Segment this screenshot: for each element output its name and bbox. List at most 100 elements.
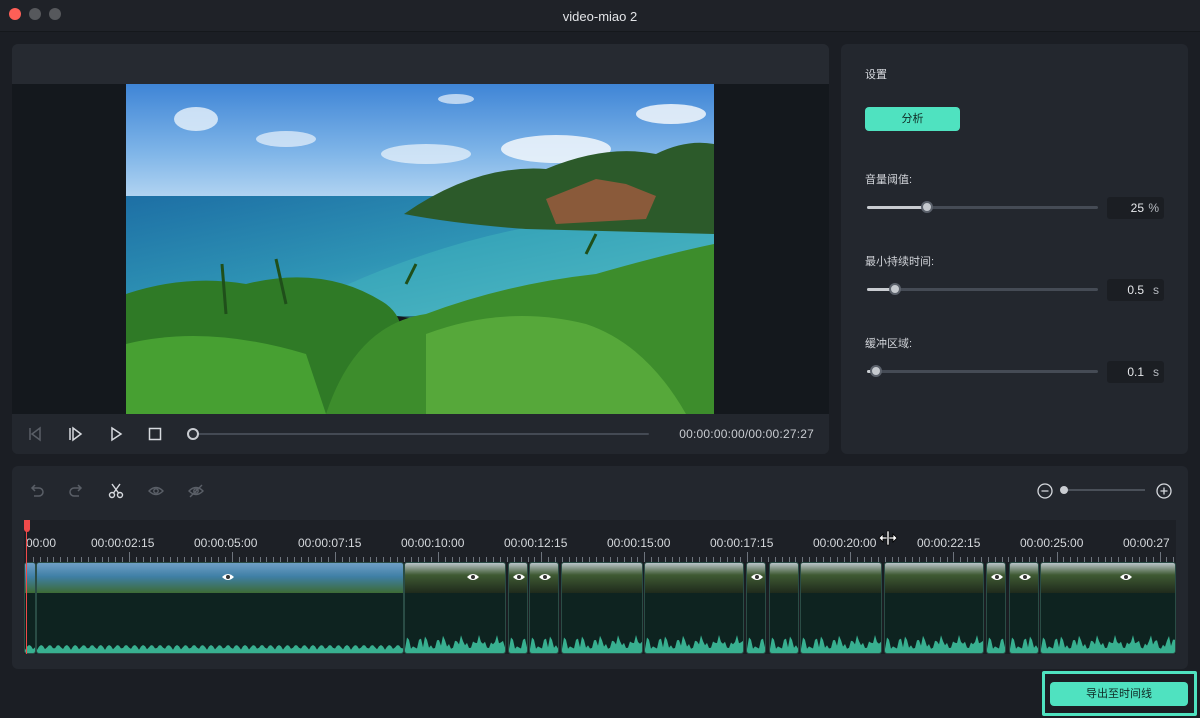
volume-threshold-input[interactable]: 25 % bbox=[1107, 197, 1164, 219]
video-frame[interactable] bbox=[126, 84, 714, 414]
timeline-panel: 00:00 00:00:02:15 00:00:05:00 00:00:07:1… bbox=[12, 466, 1188, 669]
audio-waveform bbox=[987, 637, 1005, 653]
min-duration-slider[interactable] bbox=[867, 283, 1098, 295]
clip-visibility-eye-icon[interactable] bbox=[466, 570, 480, 584]
timeline-clip[interactable] bbox=[769, 562, 799, 654]
audio-waveform bbox=[405, 635, 505, 653]
clip-thumbnail bbox=[770, 563, 798, 593]
timeline-clip[interactable] bbox=[644, 562, 744, 654]
undo-icon[interactable] bbox=[28, 482, 46, 500]
audio-waveform bbox=[1041, 635, 1175, 653]
timeline-clip[interactable] bbox=[800, 562, 882, 654]
ruler-tick bbox=[232, 552, 234, 562]
playback-progress-bar[interactable] bbox=[187, 428, 649, 440]
audio-waveform bbox=[801, 635, 881, 653]
timeline-clip[interactable] bbox=[986, 562, 1006, 654]
ruler-label: 00:00:27 bbox=[1123, 536, 1170, 550]
clip-thumbnail bbox=[885, 563, 983, 593]
eye-icon[interactable] bbox=[147, 482, 165, 500]
volume-threshold-slider[interactable] bbox=[867, 201, 1098, 213]
audio-waveform bbox=[885, 635, 983, 653]
audio-waveform bbox=[770, 636, 798, 653]
ruler-tick bbox=[644, 552, 646, 562]
progress-knob[interactable] bbox=[187, 428, 199, 440]
clip-thumbnail bbox=[1041, 563, 1175, 593]
prev-frame-icon[interactable] bbox=[26, 425, 44, 443]
clip-visibility-eye-icon[interactable] bbox=[538, 570, 552, 584]
ruler-label: 00:00:20:00 bbox=[813, 536, 877, 550]
audio-waveform bbox=[1010, 636, 1038, 653]
zoom-out-icon[interactable] bbox=[1036, 482, 1054, 500]
timeline-clip[interactable] bbox=[1040, 562, 1176, 654]
redo-icon[interactable] bbox=[67, 482, 85, 500]
export-to-timeline-button[interactable]: 导出至时间线 bbox=[1050, 682, 1188, 706]
clip-visibility-eye-icon[interactable] bbox=[1119, 570, 1133, 584]
preview-panel: 00:00:00:00/00:00:27:27 bbox=[12, 44, 829, 454]
video-viewport bbox=[12, 84, 829, 414]
preview-header bbox=[12, 44, 829, 84]
min-duration-input[interactable]: 0.5 s bbox=[1107, 279, 1164, 301]
ruler-tick bbox=[438, 552, 440, 562]
step-forward-icon[interactable] bbox=[66, 425, 84, 443]
slider-knob[interactable] bbox=[921, 201, 934, 213]
timecode-display: 00:00:00:00/00:00:27:27 bbox=[679, 427, 814, 441]
ruler-label: 00:00:25:00 bbox=[1020, 536, 1084, 550]
timeline-clip[interactable] bbox=[404, 562, 506, 654]
app-window: video-miao 2 00:00:00:00/00:00:27:27 设置 … bbox=[0, 0, 1200, 718]
value-number: 0.5 bbox=[1127, 283, 1144, 297]
audio-waveform bbox=[747, 637, 765, 653]
clip-visibility-eye-icon[interactable] bbox=[990, 570, 1004, 584]
audio-waveform bbox=[645, 635, 743, 653]
ruler-tick bbox=[335, 552, 337, 562]
timeline-ruler[interactable]: 00:00 00:00:02:15 00:00:05:00 00:00:07:1… bbox=[24, 520, 1176, 562]
value-unit: s bbox=[1153, 283, 1159, 297]
timeline-zoom-slider[interactable] bbox=[1064, 489, 1145, 491]
timeline-clip[interactable] bbox=[508, 562, 528, 654]
timeline-clip[interactable] bbox=[884, 562, 984, 654]
settings-panel: 设置 分析 音量阈值: 25 % 最小持续时间: 0.5 s 缓冲区域: 0.1… bbox=[841, 44, 1188, 454]
ruler-tick bbox=[1056, 552, 1058, 562]
zoom-in-icon[interactable] bbox=[1155, 482, 1173, 500]
title-bar: video-miao 2 bbox=[0, 0, 1200, 32]
value-number: 0.1 bbox=[1127, 365, 1144, 379]
timeline-clip[interactable] bbox=[36, 562, 404, 654]
clip-visibility-eye-icon[interactable] bbox=[1018, 570, 1032, 584]
settings-title: 设置 bbox=[865, 69, 887, 81]
ruler-tick bbox=[129, 552, 131, 562]
volume-threshold-label: 音量阈值: bbox=[865, 174, 913, 186]
video-track[interactable] bbox=[24, 562, 1176, 654]
eye-off-icon[interactable] bbox=[187, 482, 205, 500]
zoom-knob[interactable] bbox=[1060, 486, 1068, 494]
timeline-clip[interactable] bbox=[1009, 562, 1039, 654]
timeline-clip[interactable] bbox=[561, 562, 643, 654]
ruler-label: 00:00:05:00 bbox=[194, 536, 258, 550]
playhead[interactable] bbox=[26, 528, 27, 654]
window-title: video-miao 2 bbox=[562, 9, 638, 24]
resize-cursor-icon bbox=[878, 530, 898, 546]
clip-visibility-eye-icon[interactable] bbox=[750, 570, 764, 584]
ruler-label: 00:00:02:15 bbox=[91, 536, 155, 550]
value-unit: s bbox=[1153, 365, 1159, 379]
scissors-icon[interactable] bbox=[107, 482, 125, 500]
ruler-label: 00:00:15:00 bbox=[607, 536, 671, 550]
buffer-zone-input[interactable]: 0.1 s bbox=[1107, 361, 1164, 383]
ruler-tick bbox=[850, 552, 852, 562]
min-duration-label: 最小持续时间: bbox=[865, 256, 935, 268]
export-highlight: 导出至时间线 bbox=[1042, 671, 1197, 716]
slider-knob[interactable] bbox=[888, 283, 901, 295]
audio-waveform bbox=[37, 645, 403, 653]
clip-visibility-eye-icon[interactable] bbox=[221, 570, 235, 584]
buffer-zone-slider[interactable] bbox=[867, 365, 1098, 377]
slider-knob[interactable] bbox=[870, 365, 883, 377]
clip-thumbnail bbox=[801, 563, 881, 593]
timeline-clip[interactable] bbox=[746, 562, 766, 654]
analyze-button[interactable]: 分析 bbox=[865, 107, 960, 131]
stop-icon[interactable] bbox=[146, 425, 164, 443]
ruler-label: 00:00:17:15 bbox=[710, 536, 774, 550]
clip-thumbnail bbox=[562, 563, 642, 593]
clip-visibility-eye-icon[interactable] bbox=[512, 570, 526, 584]
ruler-label: 00:00:12:15 bbox=[504, 536, 568, 550]
playhead-handle[interactable] bbox=[24, 520, 30, 532]
play-icon[interactable] bbox=[107, 425, 125, 443]
timeline-clip[interactable] bbox=[529, 562, 559, 654]
